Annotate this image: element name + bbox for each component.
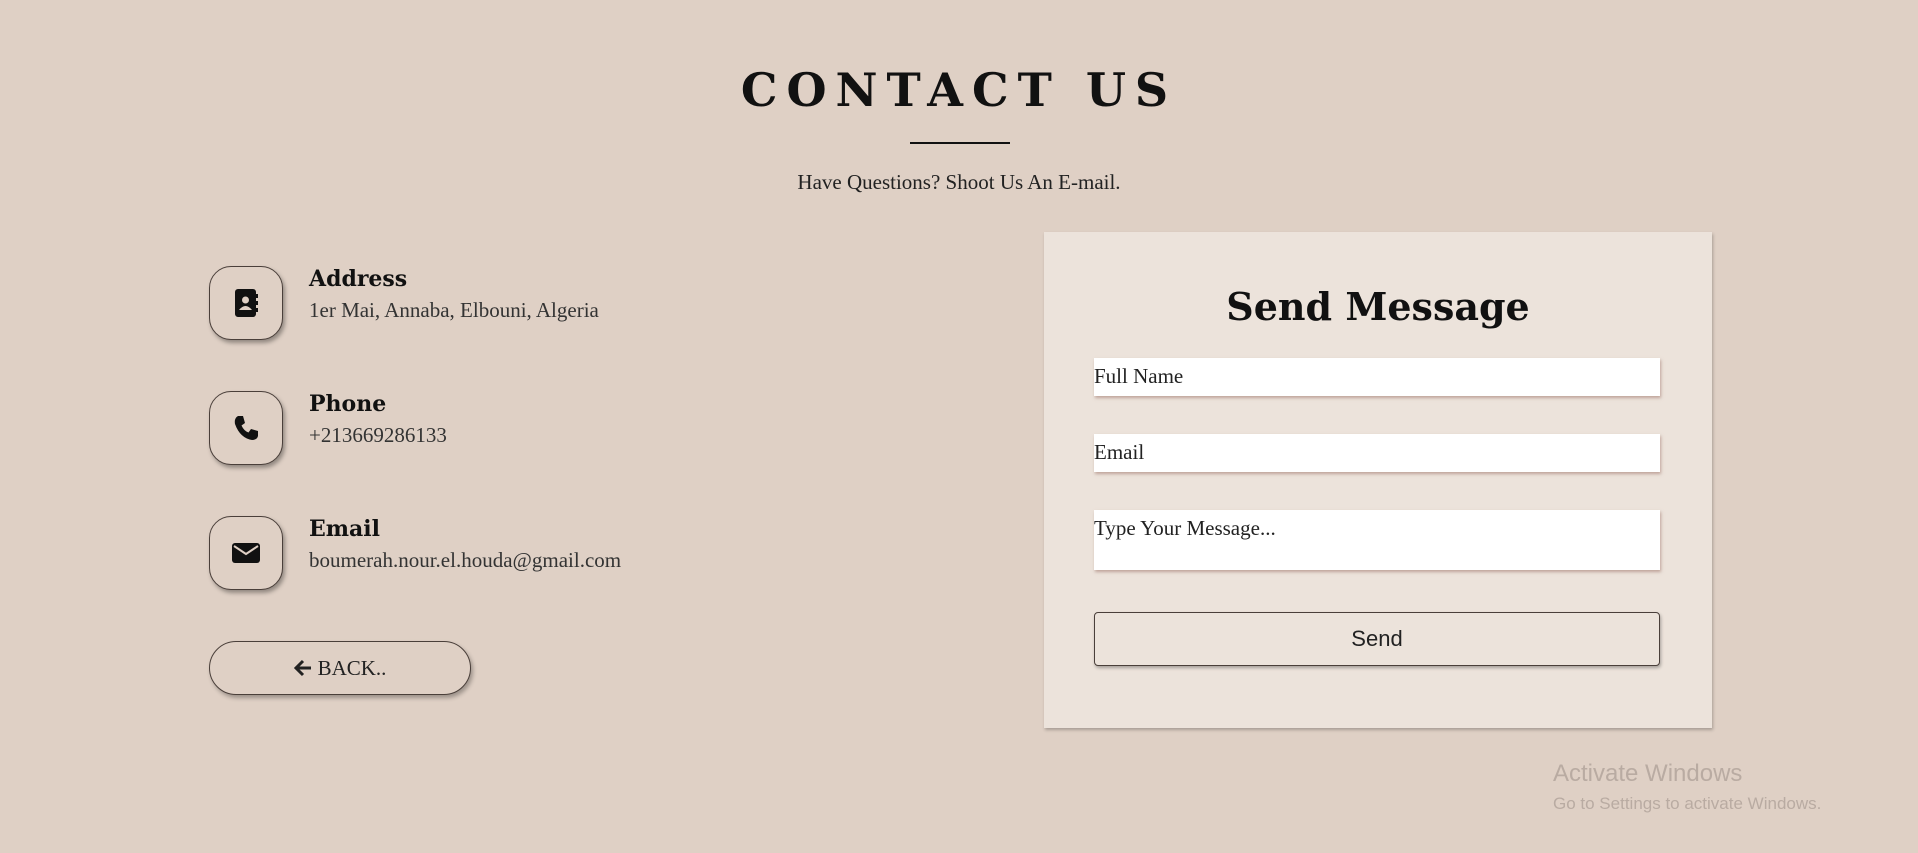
send-message-title: Send Message [1226,284,1530,329]
watermark-subtitle: Go to Settings to activate Windows. [1553,794,1822,813]
email-placeholder: Email [1094,440,1145,464]
email-label: Email [309,516,381,542]
page-subtitle: Have Questions? Shoot Us An E-mail. [797,170,1121,194]
phone-label: Phone [309,391,387,417]
activate-windows-watermark: Activate Windows Go to Settings to activ… [1553,760,1821,814]
send-message-panel: Send Message Full Name Email Type Your M… [1044,232,1712,728]
envelope-icon [209,516,283,590]
back-button[interactable]: BACK.. [209,641,471,695]
address-book-icon [209,266,283,340]
page-title: CONTACT US [740,63,1178,117]
address-label: Address [309,266,408,292]
message-textarea[interactable]: Type Your Message... [1094,510,1660,570]
send-button[interactable]: Send [1094,612,1660,666]
full-name-input[interactable]: Full Name [1094,358,1660,396]
phone-value: +213669286133 [309,423,447,447]
arrow-left-icon [293,659,312,677]
phone-icon [209,391,283,465]
full-name-placeholder: Full Name [1094,364,1184,388]
message-placeholder: Type Your Message... [1094,516,1276,540]
back-button-label: BACK.. [317,655,387,680]
email-input[interactable]: Email [1094,434,1660,472]
watermark-title: Activate Windows [1553,760,1743,787]
title-divider [910,142,1010,144]
email-value: boumerah.nour.el.houda@gmail.com [309,548,622,572]
address-value: 1er Mai, Annaba, Elbouni, Algeria [309,298,599,322]
